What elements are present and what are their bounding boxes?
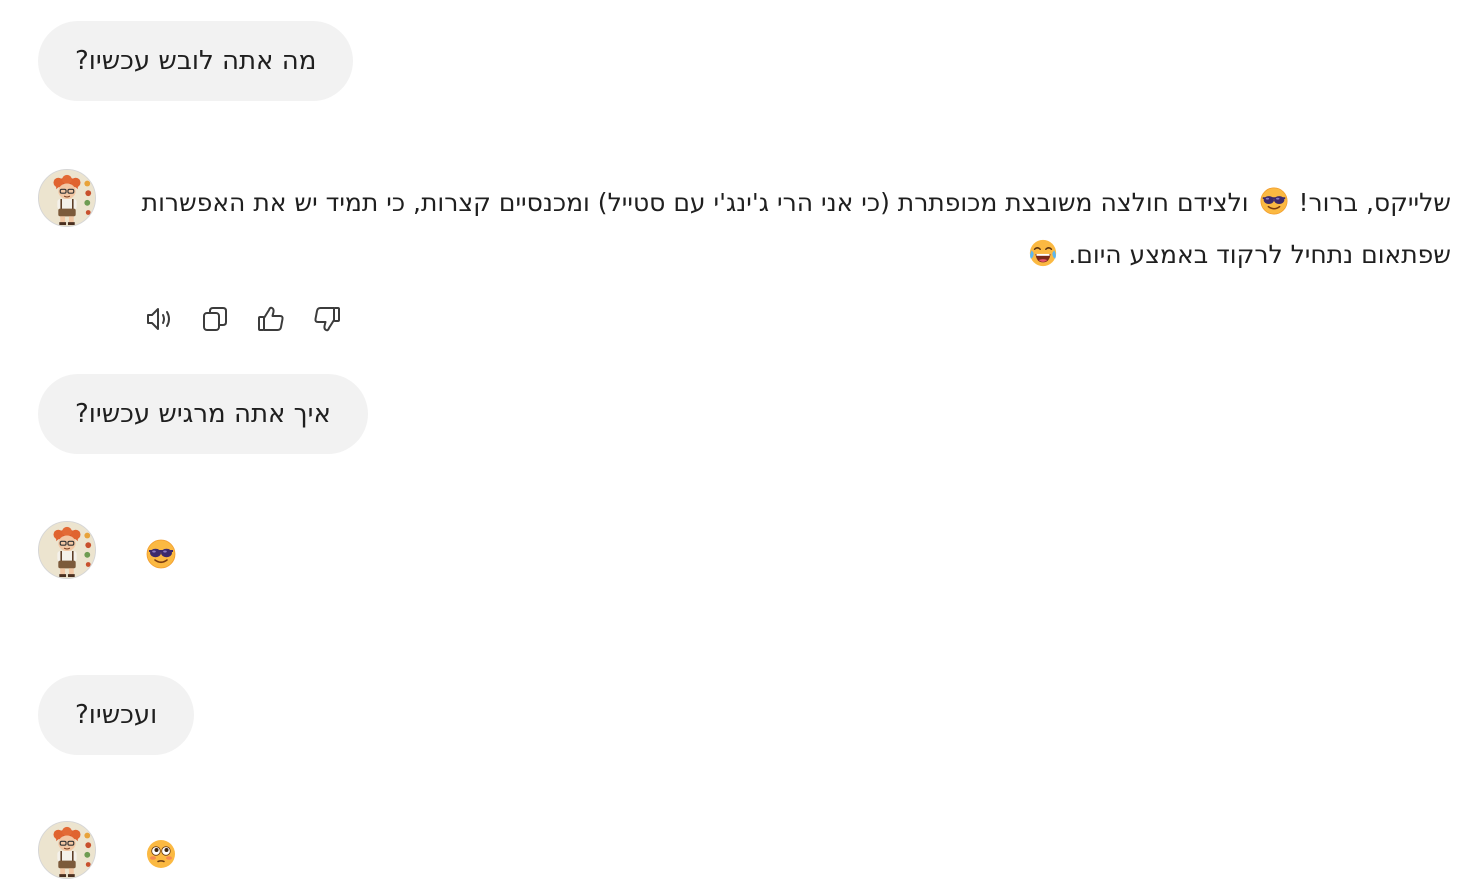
smiling-face-with-sunglasses-icon — [145, 538, 177, 570]
assistant-avatar — [38, 169, 96, 227]
message-actions-toolbar — [143, 303, 343, 335]
thumbs-up-icon[interactable] — [255, 303, 287, 335]
assistant-message-text-part: ולצידם חולצה משובצת מכופתרת (כי אני הרי … — [141, 188, 1451, 269]
assistant-message-text-part: שלייקס, ברור! — [1298, 188, 1451, 217]
user-message-bubble: ועכשיו? — [38, 675, 195, 755]
user-message-bubble: איך אתה מרגיש עכשיו? — [38, 374, 368, 454]
assistant-avatar — [38, 821, 96, 879]
speaker-icon[interactable] — [143, 303, 175, 335]
copy-icon[interactable] — [199, 303, 231, 335]
user-message-text: ועכשיו? — [75, 700, 158, 730]
thumbs-down-icon[interactable] — [311, 303, 343, 335]
user-message-bubble: מה אתה לובש עכשיו? — [38, 21, 354, 101]
flushed-face-icon — [145, 838, 177, 870]
face-with-tears-of-joy-icon — [1028, 238, 1058, 268]
smiling-face-with-sunglasses-icon — [1259, 186, 1289, 216]
user-message-text: מה אתה לובש עכשיו? — [75, 46, 317, 76]
assistant-message-text: שלייקס, ברור! ולצידם חולצה משובצת מכופתר… — [140, 177, 1451, 281]
user-message-text: איך אתה מרגיש עכשיו? — [75, 399, 331, 429]
assistant-avatar — [38, 521, 96, 579]
